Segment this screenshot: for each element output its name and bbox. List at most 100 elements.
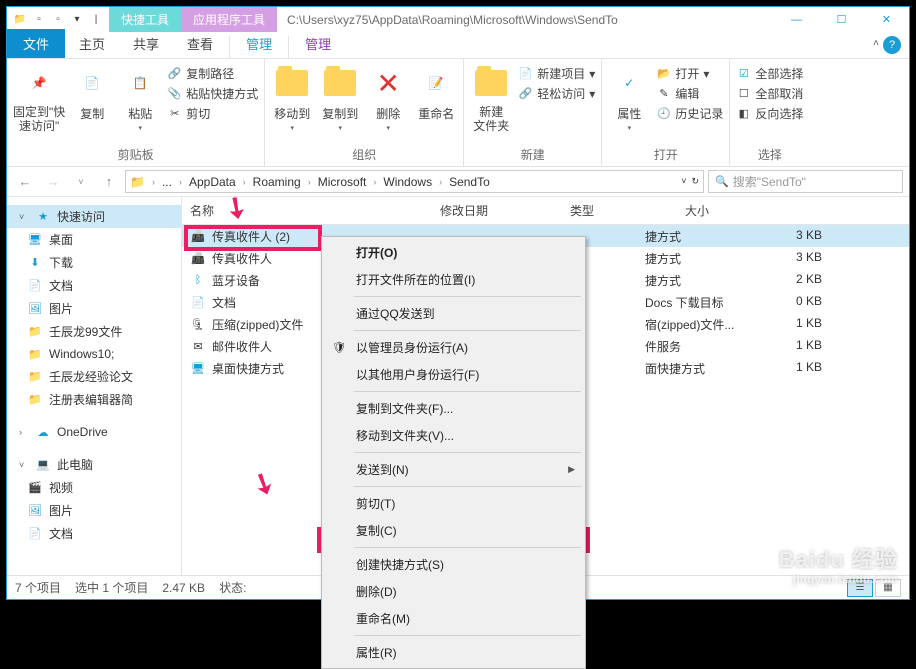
- new-item[interactable]: 📄新建项目▾: [518, 65, 595, 82]
- group-label-organize: 组织: [271, 144, 457, 166]
- paste-shortcut[interactable]: 📎粘贴快捷方式: [167, 85, 258, 102]
- ctx-copy[interactable]: 复制(C): [324, 517, 583, 544]
- nav-f1[interactable]: 📁壬辰龙99文件: [7, 320, 181, 343]
- col-name[interactable]: 名称: [190, 202, 440, 219]
- search-input[interactable]: 🔍搜索"SendTo": [708, 170, 903, 193]
- ctx-run-admin[interactable]: 🛡以管理员身份运行(A): [324, 334, 583, 361]
- ctx-cut[interactable]: 剪切(T): [324, 490, 583, 517]
- col-modified[interactable]: 修改日期: [440, 202, 570, 219]
- forward-button[interactable]: →: [41, 170, 65, 194]
- qat-btn2[interactable]: ▫: [50, 12, 66, 28]
- pin-button[interactable]: 📌固定到"快 速访问": [13, 63, 65, 134]
- bc-microsoft[interactable]: Microsoft: [314, 175, 371, 189]
- group-label-clipboard: 剪贴板: [13, 144, 258, 166]
- ribbon-group-organize: 移动到▾ 复制到▾ ✕删除▾ 📝重命名 组织: [265, 59, 464, 166]
- group-label-new: 新建: [470, 144, 595, 166]
- qat-dropdown[interactable]: ▾: [69, 12, 85, 28]
- minimize-button[interactable]: —: [774, 7, 819, 32]
- close-button[interactable]: ✕: [864, 7, 909, 32]
- edit-item[interactable]: ✎编辑: [656, 85, 723, 102]
- nav-downloads[interactable]: ⬇下载: [7, 251, 181, 274]
- col-type[interactable]: 类型: [570, 202, 685, 219]
- ctx-run-otheruser[interactable]: 以其他用户身份运行(F): [324, 361, 583, 388]
- tab-manage2[interactable]: 管理: [291, 29, 345, 58]
- watermark: Baidu 经验 jingyan.baidu.com: [779, 542, 898, 586]
- ctx-open-location[interactable]: 打开文件所在的位置(I): [324, 266, 583, 293]
- navigation-pane[interactable]: ˅★快速访问 🖥桌面 ⬇下载 📄文档 🖼图片 📁壬辰龙99文件 📁Windows…: [7, 197, 182, 575]
- group-label-select: 选择: [736, 144, 803, 166]
- nav-documents2[interactable]: 📄文档: [7, 522, 181, 545]
- cut[interactable]: ✂剪切: [167, 105, 258, 122]
- status-size: 2.47 KB: [162, 581, 205, 595]
- copyto-button[interactable]: 复制到▾: [319, 63, 361, 132]
- ribbon-group-open: ✓属性▾ 📂打开▾ ✎编辑 🕘历史记录 打开: [602, 59, 730, 166]
- moveto-button[interactable]: 移动到▾: [271, 63, 313, 132]
- paste-button[interactable]: 📋粘贴▾: [119, 63, 161, 132]
- invert-selection[interactable]: ◧反向选择: [736, 105, 803, 122]
- folder-icon: 📁: [12, 12, 28, 28]
- group-label-open: 打开: [608, 144, 723, 166]
- status-count: 7 个项目: [15, 579, 61, 596]
- newfolder-button[interactable]: 新建 文件夹: [470, 63, 512, 134]
- ctx-create-shortcut[interactable]: 创建快捷方式(S): [324, 551, 583, 578]
- select-all[interactable]: ☑全部选择: [736, 65, 803, 82]
- quick-access-toolbar: 📁 ▫ ▫ ▾ |: [7, 12, 109, 28]
- nav-f4[interactable]: 📁注册表编辑器简: [7, 388, 181, 411]
- ctx-move-to-folder[interactable]: 移动到文件夹(V)...: [324, 422, 583, 449]
- ribbon-group-new: 新建 文件夹 📄新建项目▾ 🔗轻松访问▾ 新建: [464, 59, 602, 166]
- tab-share[interactable]: 共享: [119, 29, 173, 58]
- bc-roaming[interactable]: Roaming: [249, 175, 305, 189]
- delete-button[interactable]: ✕删除▾: [367, 63, 409, 132]
- collapse-ribbon-icon[interactable]: ˄: [873, 38, 879, 49]
- nav-f2[interactable]: 📁Windows10;: [7, 343, 181, 365]
- up-button[interactable]: ↑: [97, 170, 121, 194]
- ribbon: 📌固定到"快 速访问" 📄复制 📋粘贴▾ 🔗复制路径 📎粘贴快捷方式 ✂剪切 剪…: [7, 59, 909, 167]
- nav-thispc[interactable]: ˅💻此电脑: [7, 453, 181, 476]
- qat-btn1[interactable]: ▫: [31, 12, 47, 28]
- ctx-send-to[interactable]: 发送到(N)▶: [324, 456, 583, 483]
- help-icon[interactable]: ?: [883, 36, 901, 54]
- separator: |: [88, 12, 104, 28]
- ribbon-group-select: ☑全部选择 ☐全部取消 ◧反向选择 选择: [730, 59, 809, 166]
- col-size[interactable]: 大小: [685, 202, 909, 219]
- properties-button[interactable]: ✓属性▾: [608, 63, 650, 132]
- tab-manage1[interactable]: 管理: [232, 29, 286, 58]
- ctx-properties[interactable]: 属性(R): [324, 639, 583, 666]
- nav-pictures[interactable]: 🖼图片: [7, 297, 181, 320]
- nav-documents[interactable]: 📄文档: [7, 274, 181, 297]
- nav-videos[interactable]: 🎬视频: [7, 476, 181, 499]
- open-item[interactable]: 📂打开▾: [656, 65, 723, 82]
- select-none[interactable]: ☐全部取消: [736, 85, 803, 102]
- column-headers[interactable]: 名称 修改日期 类型 大小: [182, 197, 909, 225]
- status-state: 状态:: [219, 579, 246, 596]
- nav-desktop[interactable]: 🖥桌面: [7, 228, 181, 251]
- ctx-rename[interactable]: 重命名(M): [324, 605, 583, 632]
- nav-quick-access[interactable]: ˅★快速访问: [7, 205, 181, 228]
- ctx-qq-send[interactable]: 通过QQ发送到: [324, 300, 583, 327]
- tab-file[interactable]: 文件: [7, 29, 65, 58]
- ctx-open[interactable]: 打开(O): [324, 239, 583, 266]
- tab-view[interactable]: 查看: [173, 29, 227, 58]
- history-item[interactable]: 🕘历史记录: [656, 105, 723, 122]
- ribbon-tabs: 文件 主页 共享 查看 管理 管理 ˄ ?: [7, 32, 909, 59]
- status-selected: 选中 1 个项目: [75, 579, 148, 596]
- copy-path[interactable]: 🔗复制路径: [167, 65, 258, 82]
- copy-button[interactable]: 📄复制: [71, 63, 113, 122]
- rename-button[interactable]: 📝重命名: [415, 63, 457, 122]
- tab-home[interactable]: 主页: [65, 29, 119, 58]
- bc-appdata[interactable]: AppData: [185, 175, 240, 189]
- bc-windows[interactable]: Windows: [379, 175, 436, 189]
- breadcrumb[interactable]: 📁 › ... › AppData› Roaming› Microsoft› W…: [125, 170, 704, 193]
- nav-pictures2[interactable]: 🖼图片: [7, 499, 181, 522]
- explorer-window: 📁 ▫ ▫ ▾ | 快捷工具 应用程序工具 C:\Users\xyz75\App…: [6, 6, 910, 600]
- nav-f3[interactable]: 📁壬辰龙经验论文: [7, 365, 181, 388]
- easy-access[interactable]: 🔗轻松访问▾: [518, 85, 595, 102]
- ctx-copy-to-folder[interactable]: 复制到文件夹(F)...: [324, 395, 583, 422]
- maximize-button[interactable]: ☐: [819, 7, 864, 32]
- back-button[interactable]: ←: [13, 170, 37, 194]
- nav-onedrive[interactable]: ›☁OneDrive: [7, 421, 181, 443]
- address-bar: ← → ˅ ↑ 📁 › ... › AppData› Roaming› Micr…: [7, 167, 909, 197]
- history-dropdown[interactable]: ˅: [69, 170, 93, 194]
- ctx-delete[interactable]: 删除(D): [324, 578, 583, 605]
- bc-sendto[interactable]: SendTo: [445, 175, 494, 189]
